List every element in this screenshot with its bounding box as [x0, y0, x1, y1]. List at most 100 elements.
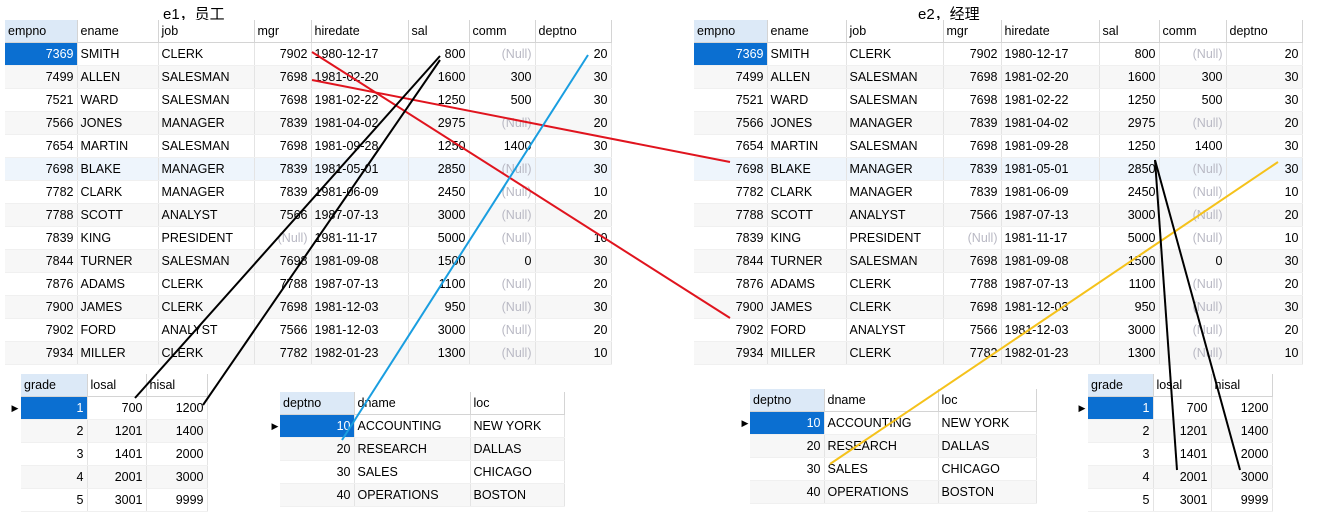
cell-job[interactable]: CLERK [158, 295, 255, 319]
cell-hisal[interactable]: 2000 [1211, 442, 1273, 466]
cell-comm[interactable]: (Null) [1159, 42, 1227, 66]
cell-comm[interactable]: 0 [469, 249, 536, 273]
cell-sal[interactable]: 1500 [1099, 249, 1160, 273]
cell-grade[interactable]: 2 [21, 419, 88, 443]
cell-job[interactable]: CLERK [846, 341, 944, 365]
cell-job[interactable]: MANAGER [846, 180, 944, 204]
cell-deptno[interactable]: 10 [1226, 226, 1303, 250]
cell-comm[interactable]: (Null) [469, 318, 536, 342]
cell-empno[interactable]: 7839 [694, 226, 768, 250]
cell-ename[interactable]: ADAMS [77, 272, 159, 296]
cell-mgr[interactable]: 7698 [254, 249, 312, 273]
cell-empno[interactable]: 7844 [5, 249, 78, 273]
cell-deptno[interactable]: 30 [535, 157, 612, 181]
cell-sal[interactable]: 1300 [408, 341, 470, 365]
cell-loc[interactable]: DALLAS [938, 434, 1037, 458]
cell-ename[interactable]: TURNER [77, 249, 159, 273]
cell-hiredate[interactable]: 1987-07-13 [311, 272, 409, 296]
cell-sal[interactable]: 3000 [408, 203, 470, 227]
cell-ename[interactable]: WARD [77, 88, 159, 112]
cell-mgr[interactable]: 7902 [943, 42, 1002, 66]
cell-empno[interactable]: 7839 [5, 226, 78, 250]
cell-empno[interactable]: 7902 [5, 318, 78, 342]
cell-comm[interactable]: (Null) [1159, 295, 1227, 319]
cell-empno[interactable]: 7876 [5, 272, 78, 296]
cell-job[interactable]: CLERK [158, 272, 255, 296]
table-row[interactable]: ▶ 10 ACCOUNTING NEW YORK [270, 414, 565, 438]
cell-ename[interactable]: FORD [767, 318, 847, 342]
cell-job[interactable]: SALESMAN [158, 249, 255, 273]
cell-hisal[interactable]: 1200 [1211, 396, 1273, 420]
cell-losal[interactable]: 1401 [87, 442, 147, 466]
column-header-ename[interactable]: ename [767, 20, 847, 43]
table-row[interactable]: 7654 MARTIN SALESMAN 7698 1981-09-28 1250 1400… [5, 134, 612, 158]
cell-hiredate[interactable]: 1981-02-22 [311, 88, 409, 112]
cell-ename[interactable]: FORD [77, 318, 159, 342]
cell-hiredate[interactable]: 1981-06-09 [311, 180, 409, 204]
cell-job[interactable]: SALESMAN [846, 134, 944, 158]
cell-job[interactable]: SALESMAN [846, 65, 944, 89]
cell-deptno[interactable]: 20 [1226, 272, 1303, 296]
cell-hiredate[interactable]: 1981-02-20 [311, 65, 409, 89]
cell-loc[interactable]: NEW YORK [470, 414, 565, 438]
cell-hiredate[interactable]: 1981-09-28 [1001, 134, 1100, 158]
cell-job[interactable]: ANALYST [846, 203, 944, 227]
cell-job[interactable]: MANAGER [158, 157, 255, 181]
cell-sal[interactable]: 1250 [408, 134, 470, 158]
cell-mgr[interactable]: 7788 [943, 272, 1002, 296]
column-header-loc[interactable]: loc [470, 392, 565, 415]
table-row[interactable]: 7934 MILLER CLERK 7782 1982-01-23 1300 (Null) 1… [5, 341, 612, 365]
cell-ename[interactable]: JAMES [77, 295, 159, 319]
cell-ename[interactable]: ALLEN [767, 65, 847, 89]
cell-sal[interactable]: 1250 [408, 88, 470, 112]
cell-ename[interactable]: WARD [767, 88, 847, 112]
cell-ename[interactable]: SMITH [77, 42, 159, 66]
cell-empno[interactable]: 7902 [694, 318, 768, 342]
cell-mgr[interactable]: 7698 [943, 295, 1002, 319]
cell-ename[interactable]: BLAKE [767, 157, 847, 181]
table-row[interactable]: 7698 BLAKE MANAGER 7839 1981-05-01 2850 (Null)… [5, 157, 612, 181]
cell-losal[interactable]: 700 [1153, 396, 1212, 420]
cell-comm[interactable]: 500 [1159, 88, 1227, 112]
table-row[interactable]: 4 2001 3000 [9, 465, 208, 489]
table-row[interactable]: 4 2001 3000 [1076, 465, 1273, 489]
cell-hiredate[interactable]: 1981-02-22 [1001, 88, 1100, 112]
cell-losal[interactable]: 1401 [1153, 442, 1212, 466]
cell-empno[interactable]: 7788 [5, 203, 78, 227]
cell-mgr[interactable]: 7698 [254, 65, 312, 89]
cell-mgr[interactable]: 7566 [254, 318, 312, 342]
cell-mgr[interactable]: 7698 [254, 134, 312, 158]
table-row[interactable]: 7902 FORD ANALYST 7566 1981-12-03 3000 (Null) 2… [694, 318, 1303, 342]
column-header-comm[interactable]: comm [1159, 20, 1227, 43]
cell-deptno[interactable]: 20 [535, 42, 612, 66]
cell-mgr[interactable]: 7698 [943, 65, 1002, 89]
cell-deptno[interactable]: 30 [750, 457, 825, 481]
cell-mgr[interactable]: 7698 [254, 295, 312, 319]
cell-job[interactable]: SALESMAN [158, 88, 255, 112]
cell-comm[interactable]: (Null) [469, 111, 536, 135]
cell-hiredate[interactable]: 1981-09-08 [311, 249, 409, 273]
cell-losal[interactable]: 2001 [1153, 465, 1212, 489]
cell-hiredate[interactable]: 1981-02-20 [1001, 65, 1100, 89]
cell-hiredate[interactable]: 1987-07-13 [1001, 203, 1100, 227]
cell-sal[interactable]: 1250 [1099, 134, 1160, 158]
table-row[interactable]: 7566 JONES MANAGER 7839 1981-04-02 2975 (Null)… [694, 111, 1303, 135]
cell-deptno[interactable]: 10 [1226, 180, 1303, 204]
cell-deptno[interactable]: 10 [535, 180, 612, 204]
cell-job[interactable]: ANALYST [846, 318, 944, 342]
cell-comm[interactable]: (Null) [469, 157, 536, 181]
cell-grade[interactable]: 4 [21, 465, 88, 489]
cell-mgr[interactable]: 7566 [254, 203, 312, 227]
cell-hiredate[interactable]: 1981-12-03 [311, 295, 409, 319]
cell-comm[interactable]: (Null) [469, 226, 536, 250]
cell-deptno[interactable]: 30 [535, 295, 612, 319]
cell-ename[interactable]: TURNER [767, 249, 847, 273]
cell-deptno[interactable]: 30 [535, 65, 612, 89]
cell-hiredate[interactable]: 1981-04-02 [1001, 111, 1100, 135]
cell-empno[interactable]: 7934 [5, 341, 78, 365]
table-row[interactable]: 7782 CLARK MANAGER 7839 1981-06-09 2450 (Null)… [5, 180, 612, 204]
cell-comm[interactable]: 500 [469, 88, 536, 112]
cell-empno[interactable]: 7654 [694, 134, 768, 158]
cell-deptno[interactable]: 40 [750, 480, 825, 504]
cell-losal[interactable]: 1201 [87, 419, 147, 443]
